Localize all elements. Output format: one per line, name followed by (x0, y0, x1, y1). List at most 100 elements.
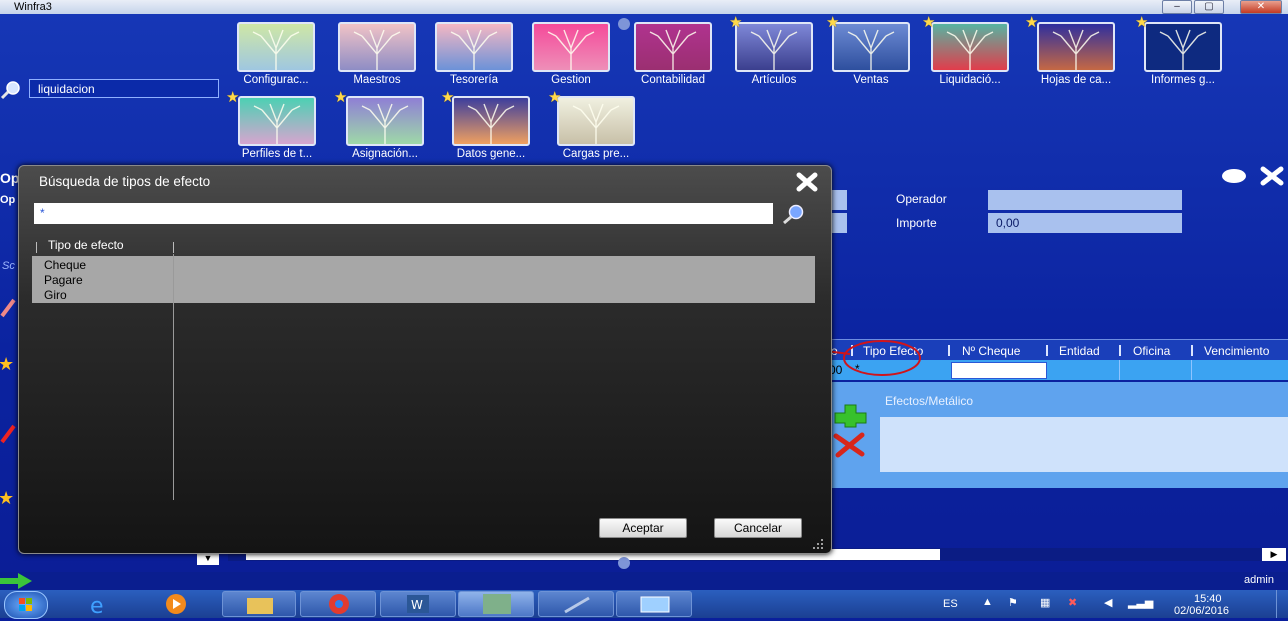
tile-liquidacion[interactable]: Liquidació... (921, 22, 1019, 86)
column-header-vencimiento[interactable]: Vencimiento (1204, 344, 1269, 358)
star-icon: ★ (729, 14, 743, 31)
tile-articulos[interactable]: Artículos (725, 22, 823, 86)
column-header-oficina[interactable]: Oficina (1133, 344, 1170, 358)
arrow-right-icon[interactable] (0, 572, 36, 590)
scroll-right-button[interactable]: ▶ (1262, 548, 1286, 561)
app-task-icon[interactable] (538, 591, 614, 617)
tile-asignacion[interactable]: Asignación... (336, 96, 434, 160)
cell-divider (1119, 360, 1120, 380)
security-icon[interactable]: ✖ (1068, 596, 1077, 609)
tile-label: Artículos (751, 74, 797, 86)
column-separator[interactable] (948, 345, 950, 356)
scroll-down-indicator[interactable] (618, 557, 630, 569)
minimize-button[interactable]: – (1162, 0, 1192, 14)
star-icon[interactable]: ★ (0, 488, 16, 508)
tree-icon (832, 22, 910, 72)
status-user: admin (1244, 574, 1274, 586)
word-icon[interactable]: W (380, 591, 456, 617)
cell-cheque-editor[interactable] (951, 362, 1047, 379)
search-input[interactable]: liquidacion (29, 79, 219, 98)
tile-label: Perfiles de t... (241, 148, 313, 160)
column-separator[interactable] (1119, 345, 1121, 356)
column-header-entidad[interactable]: Entidad (1059, 344, 1100, 358)
column-separator[interactable] (1191, 345, 1193, 356)
chrome-icon[interactable] (300, 591, 376, 617)
tile-label: Ventas (853, 74, 889, 86)
results-list (32, 256, 815, 303)
tool-icon[interactable] (0, 424, 16, 444)
tile-informes-generales[interactable]: Informes g... (1134, 22, 1232, 86)
accept-button[interactable]: Aceptar (599, 518, 687, 538)
left-label: Sc (2, 260, 15, 272)
media-player-icon[interactable] (156, 591, 196, 617)
close-window-button[interactable]: ✕ (1240, 0, 1282, 14)
tile-gestion[interactable]: Gestion (522, 22, 620, 86)
tile-ventas[interactable]: Ventas (822, 22, 920, 86)
star-icon[interactable]: ★ (0, 354, 16, 374)
tile-label: Asignación... (352, 148, 418, 160)
windows-taskbar: e W ES ▲ ⚑ ▦ ✖ ◀ ▂▃▅ 15:40 02/06/2016 (0, 590, 1288, 619)
tree-icon (532, 22, 610, 72)
tile-perfiles[interactable]: Perfiles de t... (228, 96, 326, 160)
cancel-button[interactable]: Cancelar (714, 518, 802, 538)
search-icon[interactable] (0, 80, 22, 100)
close-icon[interactable] (1260, 166, 1284, 186)
tree-icon (557, 96, 635, 146)
tree-icon (1037, 22, 1115, 72)
tile-maestros[interactable]: Maestros (328, 22, 426, 86)
start-button[interactable] (4, 591, 48, 619)
toggle-circle-button[interactable] (1222, 169, 1246, 183)
column-separator[interactable] (1046, 345, 1048, 356)
network-icon[interactable]: ▦ (1040, 596, 1050, 609)
maximize-button[interactable]: ▢ (1194, 0, 1224, 14)
add-icon[interactable] (832, 403, 870, 429)
list-item-pagare[interactable]: Pagare (44, 273, 83, 287)
show-desktop-button[interactable] (1276, 590, 1288, 618)
svg-text:★: ★ (0, 354, 14, 374)
left-label: Op (0, 194, 16, 206)
signal-icon[interactable]: ▂▃▅ (1128, 596, 1153, 609)
efectos-list[interactable] (880, 417, 1288, 472)
status-bar: admin (0, 572, 1288, 590)
clock-time[interactable]: 15:40 (1194, 593, 1222, 605)
flag-icon[interactable]: ⚑ (1008, 596, 1018, 609)
importe-label: Importe (896, 216, 937, 230)
tile-hojas-de-cargo[interactable]: Hojas de ca... (1027, 22, 1125, 86)
tile-cargas-previas[interactable]: Cargas pre... (547, 96, 645, 160)
resize-grip-icon[interactable] (811, 538, 825, 550)
tool-icon[interactable] (0, 298, 16, 318)
tree-icon (452, 96, 530, 146)
language-indicator[interactable]: ES (943, 598, 958, 610)
scroll-up-indicator[interactable] (618, 18, 630, 30)
clock-date[interactable]: 02/06/2016 (1174, 605, 1229, 617)
list-item-cheque[interactable]: Cheque (44, 258, 86, 272)
volume-icon[interactable]: ◀ (1104, 596, 1112, 609)
star-icon: ★ (922, 14, 936, 31)
tree-icon (237, 22, 315, 72)
explorer-icon[interactable] (222, 591, 296, 617)
list-item-giro[interactable]: Giro (44, 288, 67, 302)
tray-arrow-icon[interactable]: ▲ (982, 596, 993, 608)
dialog-search-input[interactable]: * (34, 203, 773, 224)
column-header-tipo-efecto[interactable]: Tipo de efecto (48, 238, 124, 252)
column-separator[interactable] (173, 242, 174, 253)
window-task-icon[interactable] (616, 591, 692, 617)
importe-field[interactable]: 0,00 (988, 213, 1182, 233)
column-separator[interactable] (36, 242, 37, 253)
search-icon[interactable] (781, 203, 807, 225)
tile-configuracion[interactable]: Configurac... (227, 22, 325, 86)
tile-label: Informes g... (1151, 74, 1215, 86)
tile-datos-generales[interactable]: Datos gene... (442, 96, 540, 160)
window-title-bar: Winfra3 – ▢ ✕ (0, 0, 1288, 14)
ie-icon[interactable]: e (82, 591, 122, 619)
winfra-task-icon[interactable] (458, 591, 534, 617)
search-dialog: Búsqueda de tipos de efecto * Tipo de ef… (18, 165, 832, 554)
operador-field[interactable] (988, 190, 1182, 210)
delete-icon[interactable] (832, 432, 868, 458)
column-header-cheque[interactable]: Nº Cheque (962, 344, 1020, 358)
tile-tesoreria[interactable]: Tesorería (425, 22, 523, 86)
operador-label: Operador (896, 192, 947, 206)
tile-contabilidad[interactable]: Contabilidad (624, 22, 722, 86)
close-icon[interactable] (795, 172, 819, 192)
tile-label: Datos gene... (456, 148, 526, 160)
